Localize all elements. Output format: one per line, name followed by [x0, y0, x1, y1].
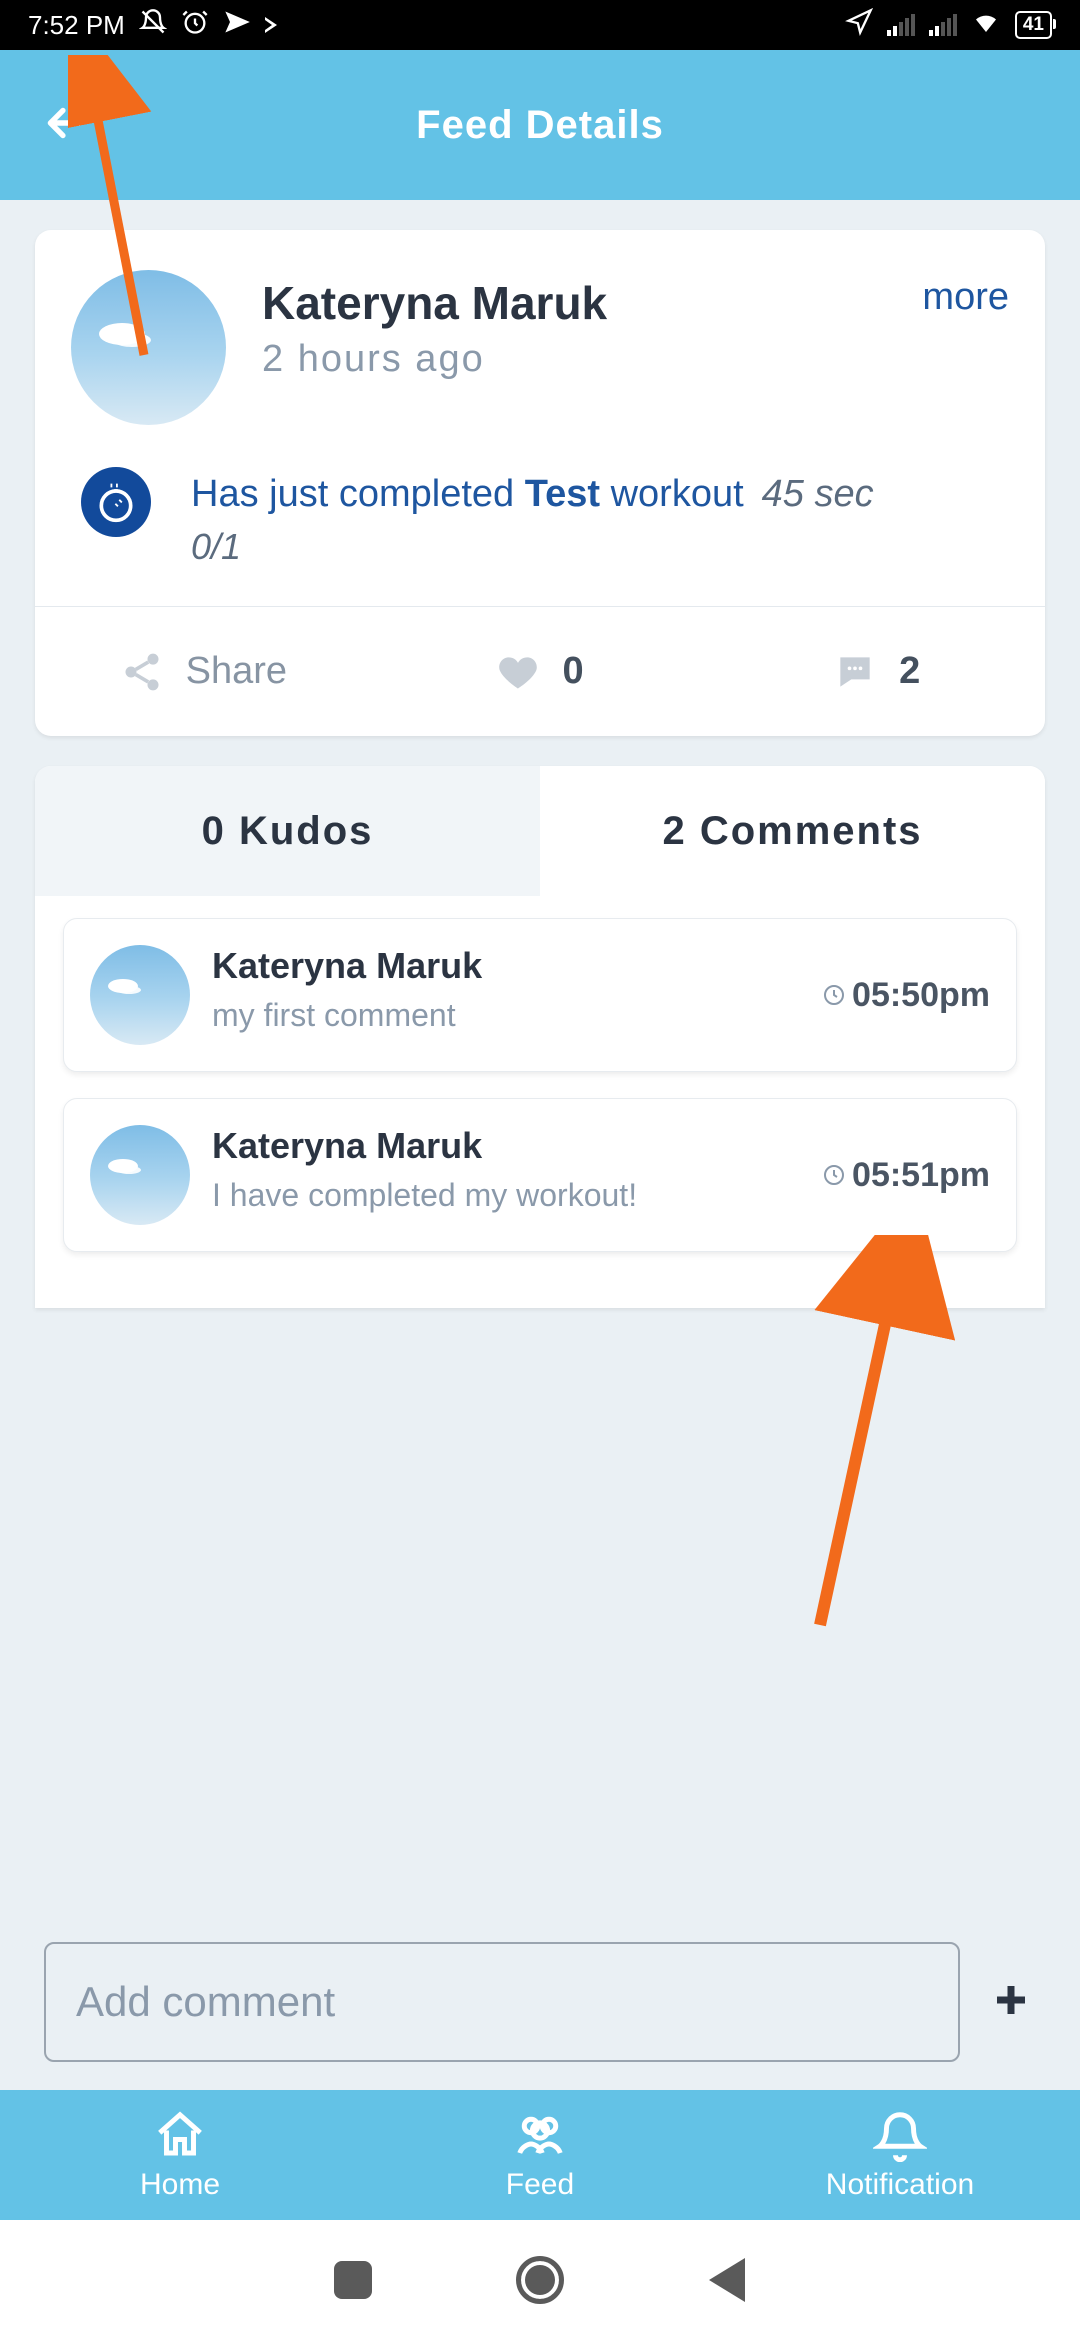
detail-tabs-card: 0 Kudos 2 Comments Kateryna Maruk my fir… [35, 766, 1045, 1308]
comment-item[interactable]: Kateryna Maruk my first comment 05:50pm [63, 918, 1017, 1072]
alarm-icon [181, 8, 209, 43]
tab-home[interactable]: Home [0, 2090, 360, 2220]
author-name[interactable]: Kateryna Maruk [262, 276, 607, 330]
post-age: 2 hours ago [262, 338, 607, 381]
comment-input-row [0, 1942, 1080, 2090]
wifi-icon [971, 7, 1001, 44]
nav-recent-button[interactable] [334, 2261, 372, 2299]
add-comment-button[interactable] [986, 1979, 1036, 2026]
battery-icon: 41 [1015, 11, 1052, 39]
comment-author: Kateryna Maruk [212, 945, 822, 987]
share-label: Share [186, 650, 287, 693]
activity-description: Has just completed Test workout45 sec [191, 467, 874, 522]
tab-kudos[interactable]: 0 Kudos [35, 766, 540, 896]
play-icon [265, 17, 277, 33]
send-icon [223, 8, 251, 43]
comment-time: 05:50pm [822, 945, 990, 1045]
like-count: 0 [562, 650, 583, 693]
author-avatar[interactable] [71, 270, 226, 425]
page-title: Feed Details [0, 103, 1080, 148]
comment-action-count: 2 [899, 650, 920, 693]
comment-time: 05:51pm [822, 1125, 990, 1225]
like-button[interactable]: 0 [372, 607, 709, 736]
tab-feed-label: Feed [506, 2168, 574, 2202]
back-button[interactable] [40, 98, 90, 153]
comment-avatar [90, 945, 190, 1045]
comment-item[interactable]: Kateryna Maruk I have completed my worko… [63, 1098, 1017, 1252]
tab-notification-label: Notification [826, 2168, 974, 2202]
app-header: Feed Details [0, 50, 1080, 200]
comment-text: I have completed my workout! [212, 1177, 822, 1214]
location-icon [845, 8, 873, 43]
signal-2-icon [929, 14, 957, 36]
stopwatch-icon [81, 467, 151, 537]
share-button[interactable]: Share [35, 607, 372, 736]
more-link[interactable]: more [922, 270, 1009, 425]
status-time: 7:52 PM [28, 10, 125, 41]
nav-back-button[interactable] [709, 2258, 745, 2302]
feed-post-card: Kateryna Maruk 2 hours ago more Has just… [35, 230, 1045, 736]
mute-icon [139, 8, 167, 43]
android-nav-bar [0, 2220, 1080, 2340]
activity-progress: 0/1 [191, 526, 874, 568]
tab-comments[interactable]: 2 Comments [540, 766, 1045, 896]
comment-button[interactable]: 2 [708, 607, 1045, 736]
status-bar: 7:52 PM 41 [0, 0, 1080, 50]
tab-notification[interactable]: Notification [720, 2090, 1080, 2220]
tab-feed[interactable]: Feed [360, 2090, 720, 2220]
comment-avatar [90, 1125, 190, 1225]
bottom-tab-bar: Home Feed Notification [0, 2090, 1080, 2220]
comment-input[interactable] [44, 1942, 960, 2062]
signal-1-icon [887, 14, 915, 36]
comment-author: Kateryna Maruk [212, 1125, 822, 1167]
nav-home-button[interactable] [516, 2256, 564, 2304]
tab-home-label: Home [140, 2168, 220, 2202]
comment-text: my first comment [212, 997, 822, 1034]
